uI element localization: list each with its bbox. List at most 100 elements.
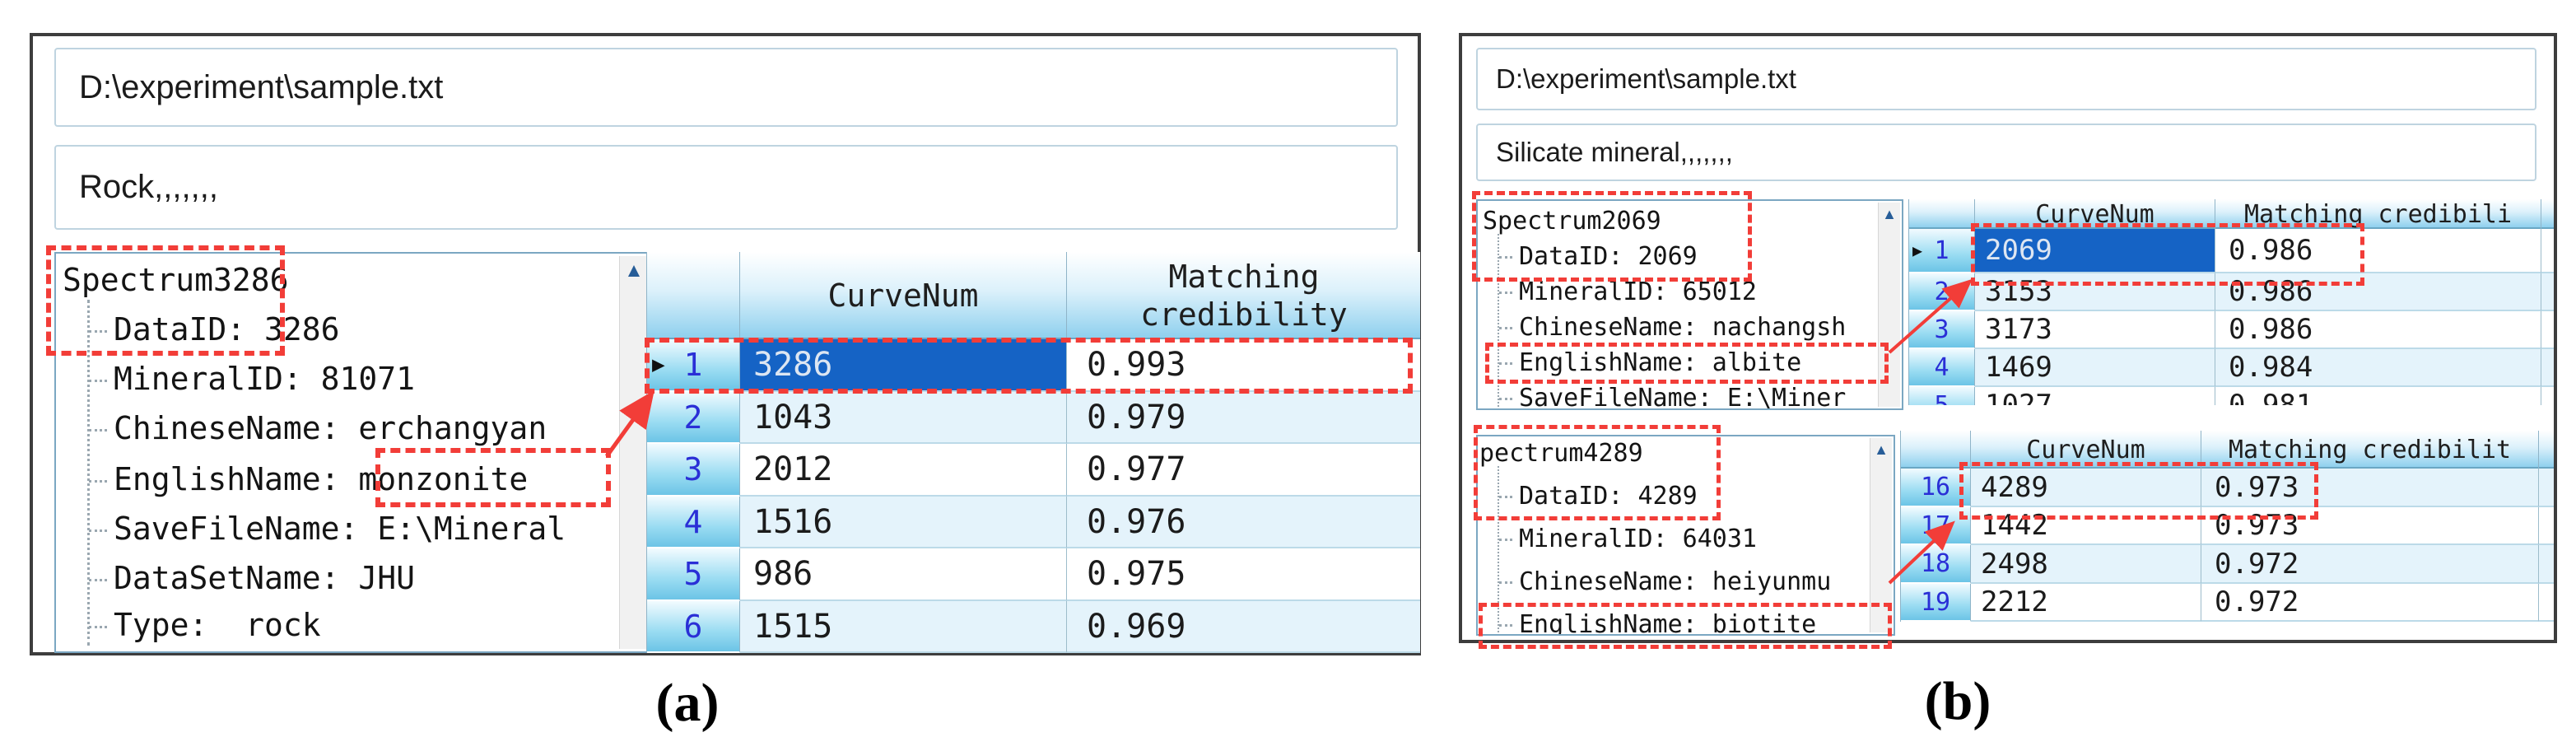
tree-connector — [89, 429, 107, 431]
extra-column-sliver — [2539, 545, 2554, 584]
sample-type-input-b[interactable]: Silicate mineral,,,,,,, — [1476, 124, 2536, 181]
table-row[interactable]: 19 2212 0.972 — [1901, 584, 2554, 622]
row-number-cell[interactable]: ▶ 1 — [1909, 229, 1975, 273]
row-number-cell[interactable]: 19 — [1901, 584, 1971, 622]
tree-connector — [89, 480, 107, 483]
curvenum-cell[interactable]: 986 — [740, 548, 1067, 601]
row-number-cell[interactable]: 18 — [1901, 545, 1971, 584]
file-path-text-b: D:\experiment\sample.txt — [1496, 63, 1796, 95]
sample-type-input-a[interactable]: Rock,,,,,,, — [54, 145, 1398, 230]
column-header-rownum[interactable] — [647, 252, 740, 339]
curvenum-cell[interactable]: 1469 — [1975, 349, 2215, 387]
column-header-matching[interactable]: Matchingcredibility — [1067, 252, 1420, 339]
credibility-cell[interactable]: 0.981 — [2215, 387, 2541, 405]
table-row[interactable]: 3 3173 0.986 — [1909, 311, 2554, 349]
tree-connector — [89, 579, 107, 581]
row-number-cell[interactable]: 2 — [1909, 273, 1975, 311]
tree-connector — [89, 380, 107, 382]
credibility-cell[interactable]: 0.984 — [2215, 349, 2541, 387]
column-header-curvenum[interactable]: CurveNum — [740, 252, 1067, 339]
tree-node-mineralid[interactable]: MineralID: 81071 — [89, 359, 415, 399]
scroll-up-icon[interactable]: ▲ — [620, 259, 648, 282]
sample-type-text-b: Silicate mineral,,,,,,, — [1496, 137, 1733, 168]
figure-canvas: D:\experiment\sample.txt Rock,,,,,,, Spe… — [0, 0, 2576, 751]
row-marker-icon: ▶ — [1912, 240, 1922, 260]
annotation-box-biotite — [1479, 603, 1892, 649]
extra-column-sliver — [2539, 584, 2554, 622]
extra-column-sliver — [2539, 469, 2554, 507]
credibility-cell[interactable]: 0.976 — [1067, 497, 1420, 548]
annotation-box-row1-b — [1971, 223, 2364, 286]
credibility-cell[interactable]: 0.979 — [1067, 392, 1420, 444]
credibility-cell[interactable]: 0.969 — [1067, 601, 1420, 653]
credibility-cell[interactable]: 0.986 — [2215, 311, 2541, 349]
curvenum-cell[interactable]: 2012 — [740, 444, 1067, 497]
table-row[interactable]: 6 1515 0.969 — [647, 601, 1420, 653]
tree-node-savefilename[interactable]: SaveFileName: E:\Miner — [1499, 383, 1846, 410]
tree-node-chinesename[interactable]: ChineseName: heiyunmu — [1499, 567, 1831, 598]
tree-node-type[interactable]: Type: rock — [89, 605, 321, 645]
credibility-cell[interactable]: 0.975 — [1067, 548, 1420, 601]
annotation-box-monzonite — [375, 448, 611, 507]
curvenum-cell[interactable]: 2498 — [1971, 545, 2201, 584]
extra-column-sliver — [2541, 311, 2554, 349]
row-number-cell[interactable]: 2 — [647, 392, 740, 444]
table-row[interactable]: 4 1516 0.976 — [647, 497, 1420, 548]
file-path-input-b[interactable]: D:\experiment\sample.txt — [1476, 48, 2536, 110]
curvenum-cell[interactable]: 1515 — [740, 601, 1067, 653]
match-table-a: CurveNum Matchingcredibility ▶ 1 3286 0.… — [646, 252, 1420, 653]
subfigure-label-a: (a) — [605, 672, 770, 735]
annotation-box-row1-a — [645, 338, 1413, 394]
table-row[interactable]: 5 986 0.975 — [647, 548, 1420, 601]
table-header-a: CurveNum Matchingcredibility — [647, 252, 1420, 339]
match-table-b-bottom: CurveNum Matching credibilit 16 4289 0.9… — [1900, 431, 2554, 622]
extra-column-sliver — [2541, 229, 2554, 273]
tree-connector — [1499, 581, 1512, 584]
table-row[interactable]: 18 2498 0.972 — [1901, 545, 2554, 584]
row-number-cell[interactable]: 3 — [1909, 311, 1975, 349]
tree-node-chinesename[interactable]: ChineseName: erchangyan — [89, 408, 547, 448]
row-number-cell[interactable]: 5 — [1909, 387, 1975, 405]
tree-connector — [1499, 292, 1512, 294]
row-number-cell[interactable]: 5 — [647, 548, 740, 601]
annotation-box-spectrum-b-bottom — [1474, 425, 1721, 520]
table-row[interactable]: 3 2012 0.977 — [647, 444, 1420, 497]
tree-scrollbar-a[interactable]: ▲ — [619, 256, 648, 649]
extra-column-sliver — [2541, 273, 2554, 311]
tree-node-chinesename[interactable]: ChineseName: nachangsh — [1499, 312, 1846, 343]
tree-connector — [89, 529, 107, 532]
row-number-cell[interactable]: 6 — [647, 601, 740, 653]
extra-column-sliver — [2541, 387, 2554, 405]
annotation-box-spectrum-a — [46, 245, 285, 356]
table-row[interactable]: 2 1043 0.979 — [647, 392, 1420, 444]
file-path-input-a[interactable]: D:\experiment\sample.txt — [54, 48, 1398, 127]
curvenum-cell[interactable]: 1516 — [740, 497, 1067, 548]
tree-connector — [89, 626, 107, 628]
tree-node-datasetname[interactable]: DataSetName: JHU — [89, 558, 415, 598]
annotation-box-row16-b — [1959, 462, 2318, 520]
tree-node-mineralid[interactable]: MineralID: 64031 — [1499, 524, 1757, 555]
tree-connector — [1499, 327, 1512, 329]
credibility-cell[interactable]: 0.977 — [1067, 444, 1420, 497]
curvenum-cell[interactable]: 2212 — [1971, 584, 2201, 622]
row-number-cell[interactable]: 4 — [1909, 349, 1975, 387]
credibility-cell[interactable]: 0.972 — [2201, 584, 2539, 622]
row-number-cell[interactable]: 4 — [647, 497, 740, 548]
tree-connector — [1499, 398, 1512, 400]
tree-node-savefilename[interactable]: SaveFileName: E:\Mineral — [89, 509, 566, 548]
row-number-cell[interactable]: 3 — [647, 444, 740, 497]
curvenum-cell[interactable]: 1027 — [1975, 387, 2215, 405]
column-header-rownum[interactable] — [1909, 199, 1975, 229]
curvenum-cell[interactable]: 1043 — [740, 392, 1067, 444]
tree-connector — [1499, 539, 1512, 541]
table-row[interactable]: 4 1469 0.984 — [1909, 349, 2554, 387]
extra-column-sliver — [2541, 349, 2554, 387]
annotation-box-albite — [1485, 343, 1889, 384]
sample-type-text-a: Rock,,,,,,, — [79, 169, 218, 206]
curvenum-cell[interactable]: 3173 — [1975, 311, 2215, 349]
annotation-box-spectrum-b-top — [1472, 191, 1752, 282]
scroll-up-icon[interactable]: ▲ — [1879, 206, 1900, 223]
scroll-up-icon[interactable]: ▲ — [1870, 441, 1892, 459]
credibility-cell[interactable]: 0.972 — [2201, 545, 2539, 584]
table-row[interactable]: 5 1027 0.981 — [1909, 387, 2554, 405]
